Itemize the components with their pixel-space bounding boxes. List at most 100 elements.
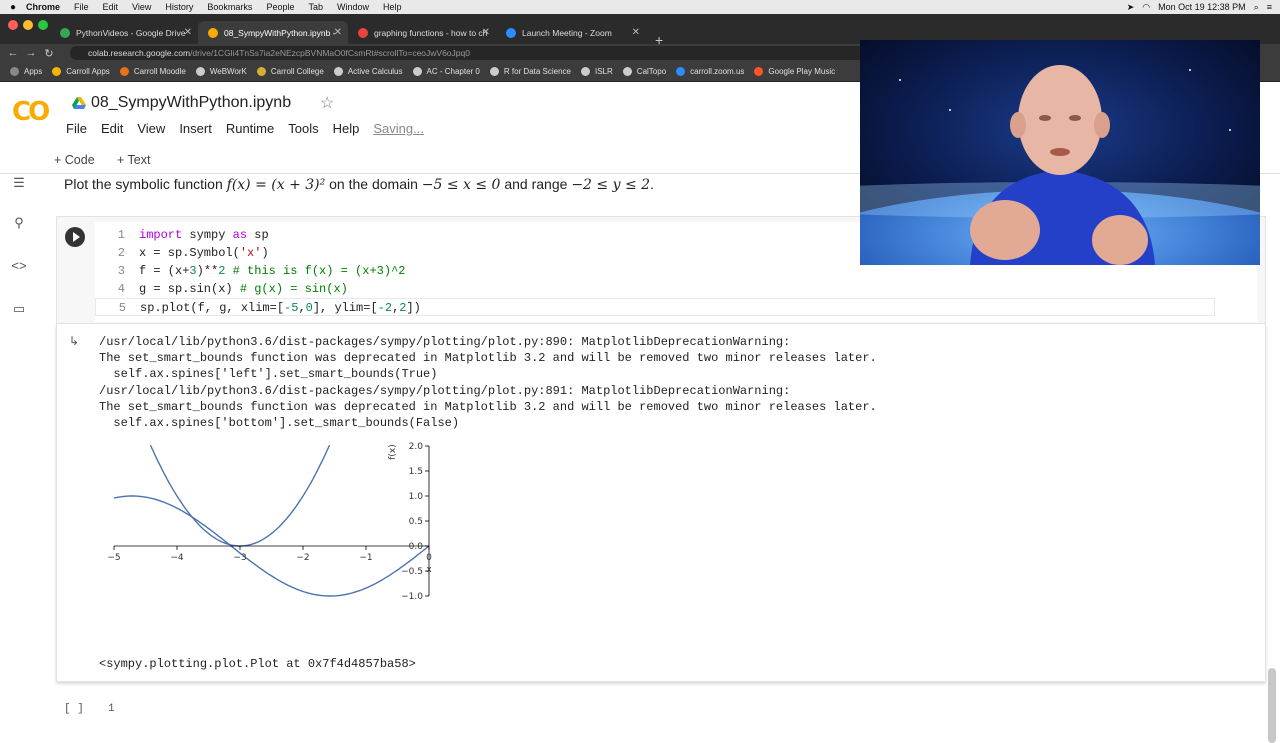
colab-menu-runtime[interactable]: Runtime — [226, 121, 274, 136]
warning-line: /usr/local/lib/python3.6/dist-packages/s… — [99, 384, 791, 398]
close-tab-icon[interactable]: ✕ — [184, 27, 192, 38]
warning-line: /usr/local/lib/python3.6/dist-packages/s… — [99, 335, 791, 349]
cell-brackets[interactable]: [ ] — [64, 703, 84, 715]
colab-menu-help[interactable]: Help — [333, 121, 360, 136]
colab-icon — [208, 27, 218, 38]
plot-y-tick-label: 2.0 — [409, 442, 424, 452]
menu-chrome[interactable]: Chrome — [26, 2, 60, 12]
bookmark-caltopo[interactable]: CalTopo — [622, 67, 666, 76]
google-drive-icon[interactable] — [72, 97, 86, 109]
bookmark-label: R for Data Science — [503, 67, 571, 76]
tab-colab[interactable]: 08_SympyWithPython.ipynb - ✕ — [198, 21, 348, 44]
tab-zoom[interactable]: Launch Meeting - Zoom ✕ — [496, 21, 646, 44]
code-comment: # g(x) = sin(x) — [239, 282, 348, 296]
cell-output: ↳ /usr/local/lib/python3.6/dist-packages… — [56, 324, 1266, 682]
menu-view[interactable]: View — [132, 2, 151, 12]
star-icon[interactable]: ☆ — [320, 93, 334, 113]
clock-text[interactable]: Mon Oct 19 12:38 PM — [1158, 2, 1246, 12]
code-token: 0 — [305, 301, 313, 315]
colab-menu-file[interactable]: File — [66, 121, 87, 136]
colab-menu-tools[interactable]: Tools — [288, 121, 318, 136]
warning-line: self.ax.spines['bottom'].set_smart_bound… — [99, 416, 460, 430]
bookmark-apps[interactable]: Apps — [10, 67, 42, 76]
minimize-window-icon[interactable] — [23, 20, 33, 30]
zoom-icon — [506, 27, 516, 38]
gear-icon — [358, 27, 368, 38]
files-icon[interactable]: ▭ — [10, 301, 28, 319]
table-of-contents-icon[interactable]: ☰ — [10, 175, 28, 193]
colab-menu-view[interactable]: View — [137, 121, 165, 136]
back-icon[interactable]: ← — [4, 47, 22, 59]
line-number: 4 — [117, 282, 125, 296]
menu-edit[interactable]: Edit — [103, 2, 119, 12]
colab-menu-edit[interactable]: Edit — [101, 121, 123, 136]
line-number: 2 — [117, 246, 125, 260]
add-code-button[interactable]: + Code — [54, 153, 95, 167]
text-prefix: Plot the symbolic function — [64, 176, 227, 192]
search-icon[interactable]: ⌕ — [1254, 2, 1259, 13]
menu-tab[interactable]: Tab — [308, 2, 323, 12]
markdown-cell[interactable]: Plot the symbolic function f(x) = (x + 3… — [64, 176, 654, 193]
plot-x-tick-label: −2 — [296, 553, 309, 563]
bookmark-icon — [256, 67, 266, 76]
bookmark-carroll-moodle[interactable]: Carroll Moodle — [119, 67, 186, 76]
menu-bookmarks[interactable]: Bookmarks — [207, 2, 252, 12]
colab-menu-insert[interactable]: Insert — [179, 121, 212, 136]
tab-label: 08_SympyWithPython.ipynb - — [224, 27, 336, 38]
bookmark-label: carroll.zoom.us — [690, 67, 745, 76]
warning-line: The set_smart_bounds function was deprec… — [99, 400, 877, 414]
output-actions-icon[interactable]: ↳ — [69, 334, 79, 348]
page-scrollbar[interactable] — [1268, 668, 1276, 743]
menu-file[interactable]: File — [74, 2, 89, 12]
code-token: 'x' — [239, 246, 262, 260]
close-tab-icon[interactable]: ✕ — [334, 27, 342, 38]
line-number: 5 — [118, 301, 126, 315]
maximize-window-icon[interactable] — [38, 20, 48, 30]
close-tab-icon[interactable]: ✕ — [632, 27, 640, 38]
bookmark-ac-chapter[interactable]: AC - Chapter 0 — [412, 67, 480, 76]
code-token: ]) — [406, 301, 421, 315]
plot-y-tick-label: 1.5 — [409, 467, 423, 477]
code-token: -5 — [284, 301, 299, 315]
code-snippets-icon[interactable]: <> — [10, 258, 28, 276]
bookmark-carroll-college[interactable]: Carroll College — [256, 67, 324, 76]
macos-menubar: ● Chrome File Edit View History Bookmark… — [0, 0, 1280, 14]
close-window-icon[interactable] — [8, 20, 18, 30]
tab-stackoverflow[interactable]: graphing functions - how to ch ✕ — [348, 21, 496, 44]
bookmark-icon — [52, 67, 62, 76]
reload-icon[interactable]: ↻ — [40, 47, 58, 60]
close-tab-icon[interactable]: ✕ — [482, 27, 490, 38]
empty-code-cell[interactable]: [ ] 1 — [56, 699, 1266, 720]
code-token: f = (x+ — [139, 264, 190, 278]
control-center-icon[interactable]: ≡ — [1267, 2, 1272, 12]
menu-help[interactable]: Help — [383, 2, 402, 12]
text-mid: on the domain — [325, 176, 422, 192]
wifi-icon[interactable]: ◠ — [1142, 2, 1150, 13]
bookmark-r4ds[interactable]: R for Data Science — [489, 67, 571, 76]
url-bar[interactable]: colab.research.google.com/drive/1CGli4Tn… — [70, 46, 870, 60]
colab-logo[interactable]: CO — [12, 97, 50, 127]
tab-drive[interactable]: PythonVideos - Google Drive ✕ — [50, 21, 198, 44]
left-sidebar: ☰ ⚲ <> ▭ — [0, 175, 38, 720]
location-icon[interactable]: ➤ — [1127, 2, 1135, 13]
bookmark-islr[interactable]: ISLR — [581, 67, 613, 76]
bookmark-carroll-apps[interactable]: Carroll Apps — [52, 67, 110, 76]
code-token: g = sp.sin(x) — [139, 282, 240, 296]
add-text-button[interactable]: + Text — [117, 153, 150, 167]
bookmark-zoom[interactable]: carroll.zoom.us — [676, 67, 744, 76]
bookmark-play-music[interactable]: Google Play Music — [754, 67, 835, 76]
search-icon[interactable]: ⚲ — [10, 215, 28, 233]
bookmark-webwork[interactable]: WeBWorK — [195, 67, 247, 76]
saving-status[interactable]: Saving... — [373, 121, 424, 136]
presenter-video — [860, 40, 1260, 265]
menu-window[interactable]: Window — [337, 2, 369, 12]
notebook-title[interactable]: 08_SympyWithPython.ipynb — [91, 94, 291, 112]
plot-x-label: x — [426, 565, 432, 575]
run-cell-button[interactable] — [65, 227, 85, 247]
forward-icon[interactable]: → — [22, 47, 40, 59]
menu-people[interactable]: People — [266, 2, 294, 12]
menu-history[interactable]: History — [165, 2, 193, 12]
apple-icon[interactable]: ● — [0, 2, 26, 13]
bookmark-label: Carroll College — [270, 67, 324, 76]
bookmark-active-calculus[interactable]: Active Calculus — [333, 67, 403, 76]
